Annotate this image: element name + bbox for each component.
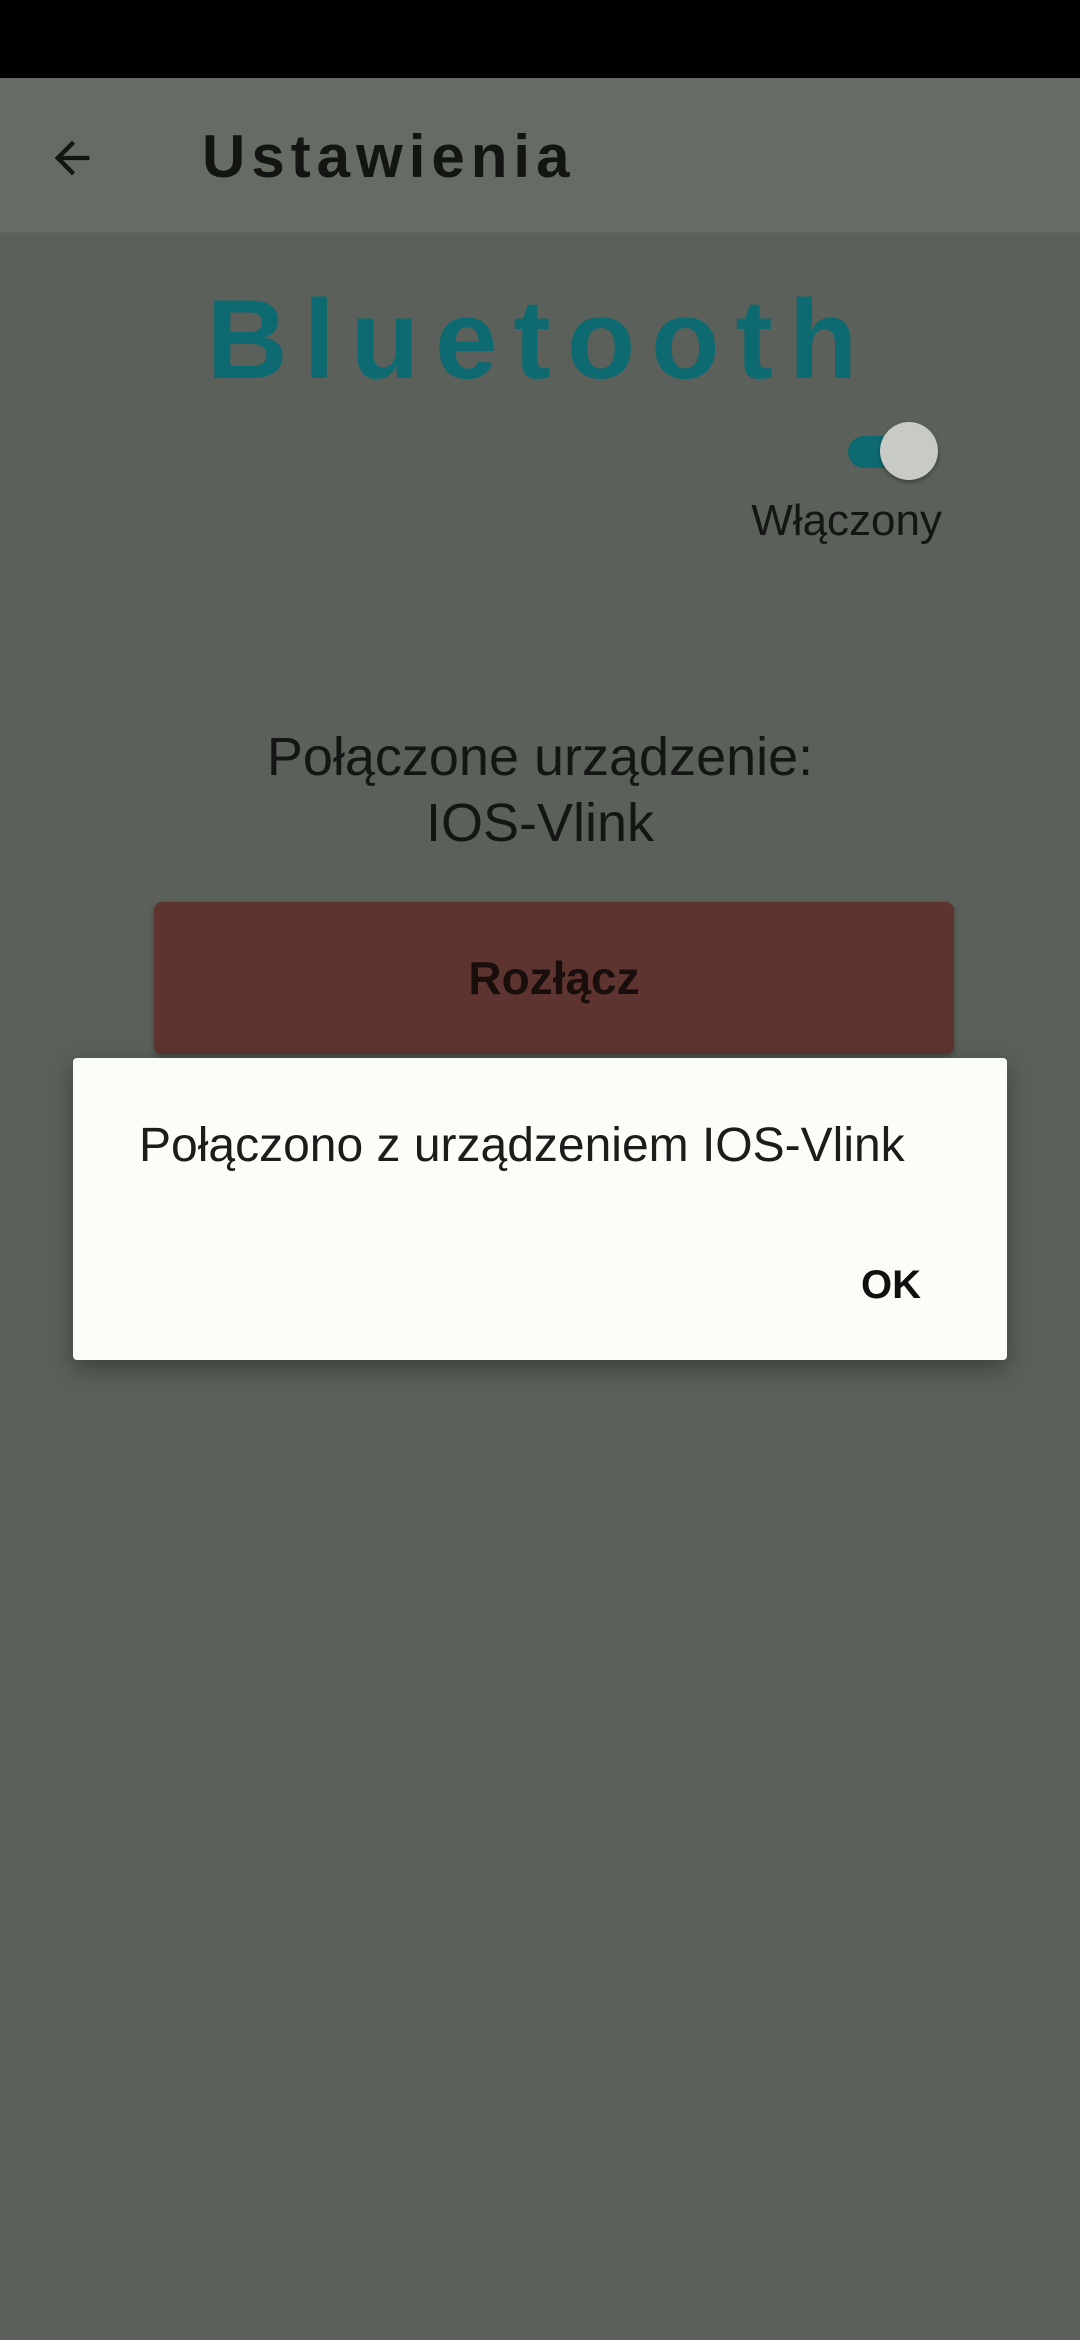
page-title: Ustawienia (202, 123, 576, 190)
toggle-label: Włączony (751, 496, 942, 545)
toggle-thumb (880, 422, 938, 480)
arrow-left-icon (54, 140, 90, 176)
connected-device-label: Połączone urządzenie: (266, 727, 814, 787)
dialog-ok-button[interactable]: OK (821, 1242, 961, 1328)
connection-dialog: Połączono z urządzeniem IOS-Vlink OK (73, 1058, 1007, 1360)
connected-device-name: IOS-Vlink (425, 793, 655, 853)
status-bar (0, 0, 1080, 78)
bluetooth-toggle[interactable] (846, 422, 938, 482)
back-button[interactable] (30, 116, 114, 200)
disconnect-button[interactable]: Rozłącz (154, 902, 954, 1054)
dialog-message: Połączono z urządzeniem IOS-Vlink (139, 1119, 905, 1172)
bluetooth-title: Bluetooth (206, 277, 874, 402)
app-bar: Ustawienia (0, 78, 1080, 234)
